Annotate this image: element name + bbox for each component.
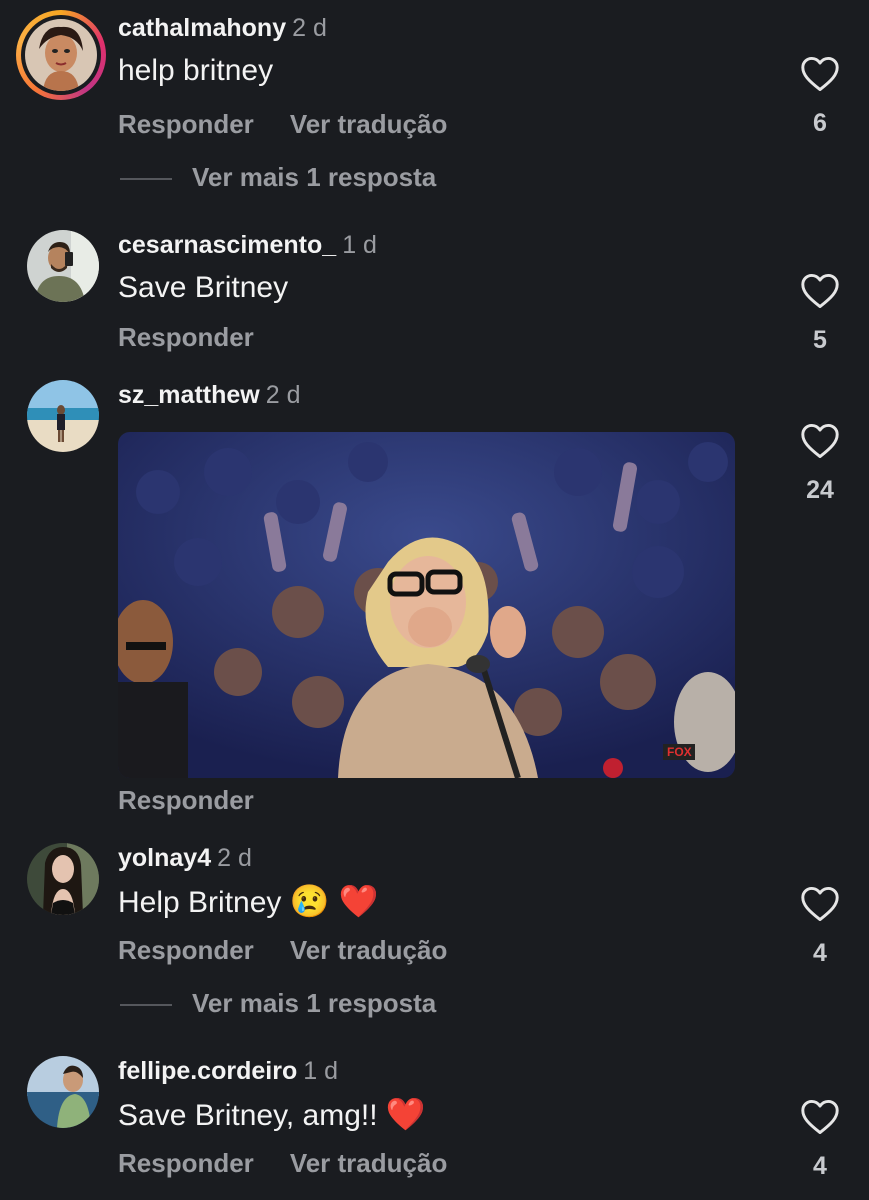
username[interactable]: fellipe.cordeiro [118, 1057, 297, 1085]
view-more-replies-button[interactable]: Ver mais 1 resposta [120, 988, 436, 1019]
comment-text-body: Help Britney [118, 886, 282, 919]
reply-button[interactable]: Responder [118, 322, 254, 353]
comment-text: help britney [118, 54, 274, 87]
like-count: 4 [813, 939, 827, 967]
comment-item: cathalmahony 2 d help britney Responder Ve… [0, 10, 869, 203]
heart-outline-icon[interactable] [800, 273, 840, 309]
heart-outline-icon[interactable] [800, 886, 840, 922]
translate-button[interactable]: Ver tradução [290, 1148, 448, 1179]
like-count: 6 [813, 109, 827, 137]
username[interactable]: yolnay4 [118, 844, 211, 872]
avatar [25, 19, 97, 91]
avatar[interactable] [27, 1056, 99, 1128]
comment-actions: Responder Ver tradução [118, 109, 447, 140]
timestamp: 1 d [303, 1057, 338, 1085]
comment-item: fellipe.cordeiro 1 d Save Britney, amg!! … [0, 1056, 869, 1196]
comment-item: cesarnascimento_ 1 d Save Britney Respond… [0, 230, 869, 360]
gif-media[interactable]: FOX [118, 432, 735, 778]
fox-logo: FOX [667, 745, 692, 759]
avatar-story-ring[interactable] [16, 10, 106, 100]
heart-outline-icon[interactable] [800, 1099, 840, 1135]
translate-button[interactable]: Ver tradução [290, 109, 448, 140]
divider [120, 178, 172, 181]
divider [120, 1004, 172, 1007]
comment-header: sz_matthew 2 d [118, 380, 300, 410]
emoji-crying-heart: 😢 ❤️ [289, 883, 379, 919]
reply-button[interactable]: Responder [118, 785, 254, 816]
view-more-replies-label: Ver mais 1 resposta [192, 162, 437, 192]
comment-text: Help Britney 😢 ❤️ [118, 883, 378, 921]
comment-item: yolnay4 2 d Help Britney 😢 ❤️ Responder Ve… [0, 843, 869, 1033]
translate-button[interactable]: Ver tradução [290, 935, 448, 966]
comment-actions: Responder Ver tradução [118, 1148, 447, 1179]
username[interactable]: cathalmahony [118, 14, 286, 42]
comment-header: yolnay4 2 d [118, 843, 252, 873]
heart-outline-icon[interactable] [800, 423, 840, 459]
comment-actions: Responder [118, 322, 254, 353]
reply-button[interactable]: Responder [118, 109, 254, 140]
comment-actions: Responder Ver tradução [118, 935, 447, 966]
timestamp: 2 d [292, 14, 327, 42]
like-count: 4 [813, 1152, 827, 1180]
emoji-heart: ❤️ [385, 1096, 426, 1132]
avatar[interactable] [27, 843, 99, 915]
avatar[interactable] [27, 380, 99, 452]
comment-text: Save Britney [118, 271, 289, 304]
avatar[interactable] [27, 230, 99, 302]
username[interactable]: cesarnascimento_ [118, 231, 336, 259]
comment-header: cathalmahony 2 d [118, 13, 327, 43]
view-more-replies-label: Ver mais 1 resposta [192, 988, 437, 1018]
comment-actions: Responder [118, 785, 254, 816]
timestamp: 1 d [342, 231, 377, 259]
view-more-replies-button[interactable]: Ver mais 1 resposta [120, 162, 436, 193]
heart-outline-icon[interactable] [800, 56, 840, 92]
like-count: 5 [813, 326, 827, 354]
comment-text-body: Save Britney, amg!! [118, 1099, 378, 1132]
like-count: 24 [806, 476, 834, 504]
comment-header: fellipe.cordeiro 1 d [118, 1056, 338, 1086]
timestamp: 2 d [217, 844, 252, 872]
reply-button[interactable]: Responder [118, 935, 254, 966]
comment-header: cesarnascimento_ 1 d [118, 230, 377, 260]
comment-text: Save Britney, amg!! ❤️ [118, 1096, 426, 1134]
timestamp: 2 d [265, 381, 301, 409]
username[interactable]: sz_matthew [118, 381, 260, 409]
reply-button[interactable]: Responder [118, 1148, 254, 1179]
